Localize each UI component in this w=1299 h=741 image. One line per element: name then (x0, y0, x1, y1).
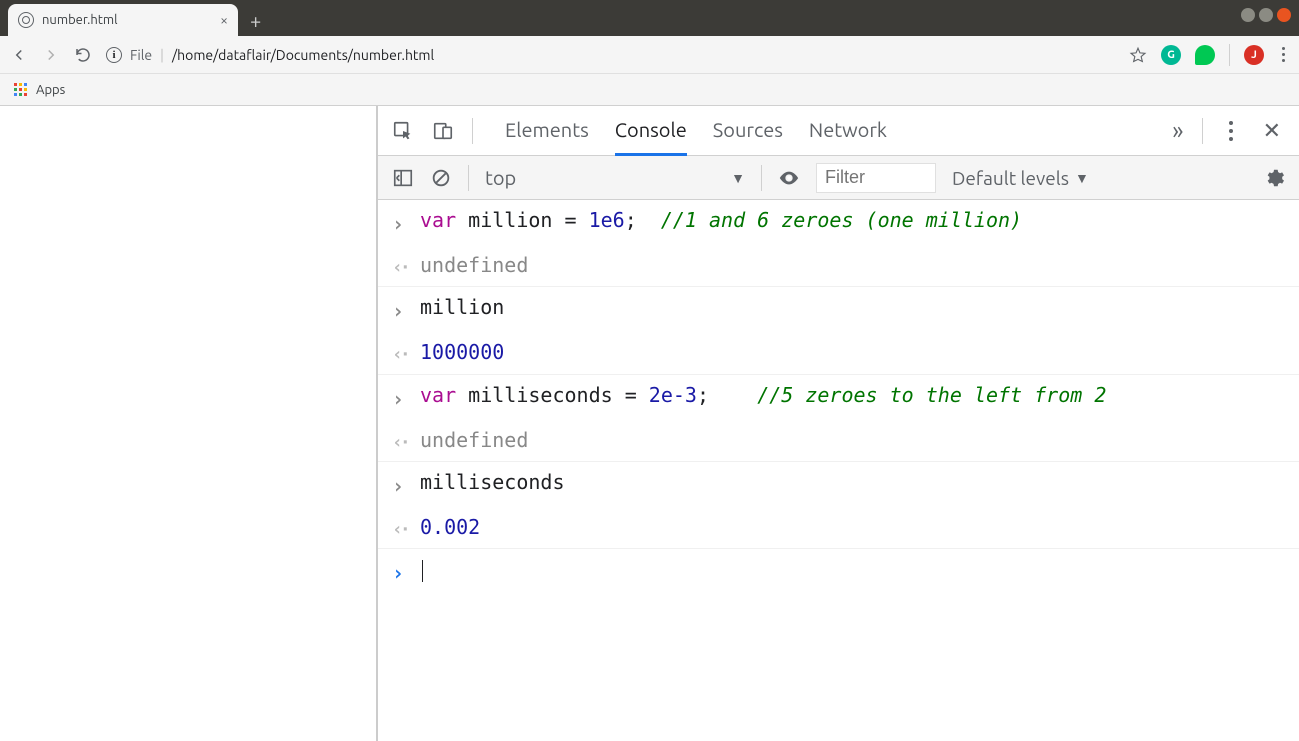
separator (468, 165, 469, 191)
console-code: undefined (420, 247, 528, 284)
context-label: top (485, 166, 516, 189)
console-prompt-row[interactable] (378, 549, 1299, 594)
console-input-row: var milliseconds = 2e-3; //5 zeroes to t… (378, 375, 1299, 420)
console-code: million (420, 289, 504, 330)
console-code: undefined (420, 422, 528, 459)
input-arrow-icon (392, 289, 408, 330)
bookmarks-bar: Apps (0, 74, 1299, 106)
input-arrow-icon (392, 202, 408, 243)
console-output-row: undefined (378, 420, 1299, 462)
tab-title: number.html (42, 13, 118, 27)
input-arrow-icon (392, 377, 408, 418)
console-toolbar: top ▼ Default levels ▼ (378, 156, 1299, 200)
globe-icon (18, 12, 34, 28)
console-output-row: undefined (378, 245, 1299, 287)
output-arrow-icon (392, 334, 408, 371)
new-tab-button[interactable]: + (238, 4, 273, 36)
console-settings-icon[interactable] (1263, 167, 1285, 189)
device-toggle-icon[interactable] (432, 120, 454, 142)
tab-network[interactable]: Network (809, 106, 887, 156)
text-cursor (422, 560, 423, 582)
site-info-icon[interactable]: i (106, 47, 122, 63)
console-output-row: 1000000 (378, 332, 1299, 374)
address-bar: i File | /home/dataflair/Documents/numbe… (0, 36, 1299, 74)
apps-grid-icon[interactable] (14, 83, 28, 97)
levels-label: Default levels (952, 167, 1069, 189)
url-display[interactable]: i File | /home/dataflair/Documents/numbe… (106, 47, 1115, 63)
separator (472, 118, 473, 144)
url-scheme: File (130, 47, 152, 63)
output-arrow-icon (392, 509, 408, 546)
url-path: /home/dataflair/Documents/number.html (172, 47, 434, 63)
clear-console-icon[interactable] (430, 167, 452, 189)
apps-label[interactable]: Apps (36, 83, 65, 97)
console-code: 1000000 (420, 334, 504, 371)
extension-grammarly-icon[interactable]: G (1161, 45, 1181, 65)
inspect-element-icon[interactable] (392, 120, 414, 142)
browser-menu-icon[interactable] (1278, 47, 1289, 62)
close-tab-icon[interactable]: × (220, 12, 228, 28)
separator (1202, 118, 1203, 144)
separator (761, 165, 762, 191)
devtools-header: Elements Console Sources Network » ✕ (378, 106, 1299, 156)
chevron-down-icon: ▼ (731, 170, 745, 186)
devtools-tabs: Elements Console Sources Network (491, 106, 1154, 156)
window-controls (1241, 8, 1291, 22)
devtools-panel: Elements Console Sources Network » ✕ top… (376, 106, 1299, 741)
browser-tab-bar: number.html × + (0, 0, 1299, 36)
prompt-arrow-icon (392, 551, 408, 592)
window-maximize-icon[interactable] (1259, 8, 1273, 22)
console-code: milliseconds (420, 464, 565, 505)
console-output-row: 0.002 (378, 507, 1299, 549)
separator (1229, 44, 1230, 66)
tab-elements[interactable]: Elements (505, 106, 589, 156)
console-code: var milliseconds = 2e-3; //5 zeroes to t… (420, 377, 1106, 418)
extension-green-icon[interactable] (1195, 45, 1215, 65)
toggle-console-sidebar-icon[interactable] (392, 167, 414, 189)
back-button[interactable] (10, 46, 28, 64)
profile-avatar[interactable]: J (1244, 45, 1264, 65)
execution-context-selector[interactable]: top ▼ (485, 166, 745, 189)
input-arrow-icon (392, 464, 408, 505)
live-expression-icon[interactable] (778, 167, 800, 189)
reload-button[interactable] (74, 46, 92, 64)
log-levels-selector[interactable]: Default levels ▼ (952, 167, 1089, 189)
content-area: Elements Console Sources Network » ✕ top… (0, 106, 1299, 741)
chevron-down-icon: ▼ (1075, 170, 1089, 186)
console-input[interactable] (420, 551, 423, 592)
tab-console[interactable]: Console (615, 106, 687, 156)
window-close-icon[interactable] (1277, 8, 1291, 22)
more-tabs-icon[interactable]: » (1172, 117, 1183, 144)
console-input-row: million (378, 287, 1299, 332)
filter-input[interactable] (816, 163, 936, 193)
console-input-row: milliseconds (378, 462, 1299, 507)
forward-button[interactable] (42, 46, 60, 64)
tab-sources[interactable]: Sources (713, 106, 783, 156)
console-code: 0.002 (420, 509, 480, 546)
devtools-menu-icon[interactable] (1221, 121, 1241, 141)
browser-tab[interactable]: number.html × (8, 4, 238, 36)
devtools-close-icon[interactable]: ✕ (1259, 118, 1285, 144)
console-output[interactable]: var million = 1e6; //1 and 6 zeroes (one… (378, 200, 1299, 741)
console-code: var million = 1e6; //1 and 6 zeroes (one… (420, 202, 1022, 243)
window-minimize-icon[interactable] (1241, 8, 1255, 22)
page-viewport (0, 106, 376, 741)
console-input-row: var million = 1e6; //1 and 6 zeroes (one… (378, 200, 1299, 245)
bookmark-star-icon[interactable] (1129, 46, 1147, 64)
url-divider: | (160, 47, 164, 63)
output-arrow-icon (392, 422, 408, 459)
output-arrow-icon (392, 247, 408, 284)
